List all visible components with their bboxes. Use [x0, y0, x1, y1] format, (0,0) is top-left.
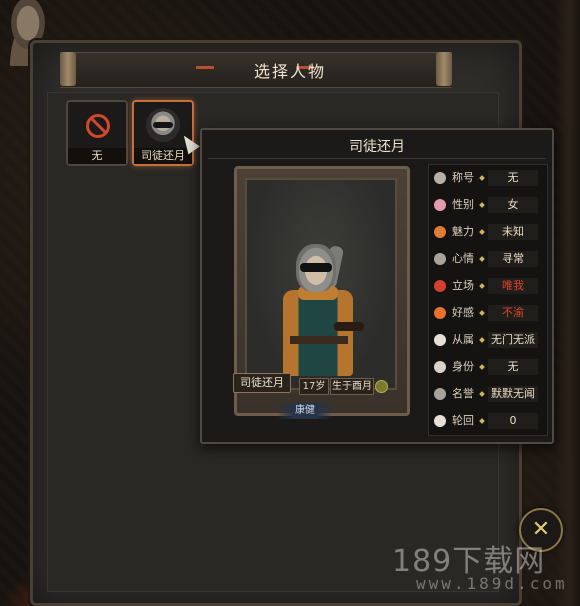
faction-icon — [434, 334, 446, 346]
diamond-icon — [479, 337, 485, 343]
attribute-row: 立场 唯我 — [430, 276, 542, 296]
attribute-row: 魅力 未知 — [430, 222, 542, 242]
title-divider — [208, 158, 546, 159]
attribute-label: 身份 — [452, 360, 474, 373]
window-title: 选择人物 — [253, 62, 326, 81]
attribute-row: 好感 不渝 — [430, 303, 542, 323]
title-icon — [434, 172, 446, 184]
mask-icon — [153, 122, 173, 128]
diamond-icon — [479, 310, 485, 316]
diamond-icon — [479, 202, 485, 208]
attribute-row: 从属 无门无派 — [430, 330, 542, 350]
attribute-label: 轮回 — [452, 414, 474, 427]
diamond-icon — [479, 256, 485, 262]
attribute-value: 女 — [488, 197, 538, 213]
attribute-row: 身份 无 — [430, 357, 542, 377]
attribute-label: 魅力 — [452, 225, 474, 238]
attribute-value: 未知 — [488, 224, 538, 240]
diamond-icon — [479, 391, 485, 397]
attribute-label: 立场 — [452, 279, 474, 292]
age-badge: 17岁 — [299, 378, 329, 395]
no-entry-icon — [86, 114, 110, 138]
attribute-value: 无 — [488, 359, 538, 375]
attribute-label: 从属 — [452, 333, 474, 346]
character-arm — [334, 322, 364, 331]
health-status: 康健 — [277, 403, 333, 419]
diamond-icon — [479, 229, 485, 235]
attribute-label: 名誉 — [452, 387, 474, 400]
attribute-row: 轮回 0 — [430, 411, 542, 431]
diamond-icon — [479, 175, 485, 181]
favor-heart-icon — [434, 307, 446, 319]
attribute-value: 唯我 — [488, 278, 538, 294]
watermark-url: www.189d.com — [416, 574, 568, 593]
attribute-value: 默默无闻 — [488, 386, 538, 402]
gender-icon — [434, 199, 446, 211]
attribute-label: 好感 — [452, 306, 474, 319]
diamond-icon — [479, 364, 485, 370]
slot-label: 司徒还月 — [134, 148, 192, 164]
heart-icon — [434, 253, 446, 265]
attribute-value: 无 — [488, 170, 538, 186]
attribute-value: 0 — [488, 413, 538, 429]
eye-icon — [434, 280, 446, 292]
identity-icon — [434, 361, 446, 373]
character-mask — [300, 263, 332, 272]
birth-badge: 生于酉月 — [330, 378, 374, 395]
slot-character[interactable]: 司徒还月 — [132, 100, 194, 166]
attribute-value: 寻常 — [488, 251, 538, 267]
diamond-icon — [479, 418, 485, 424]
zodiac-icon — [375, 380, 388, 393]
lotus-icon — [434, 226, 446, 238]
slot-label: 无 — [68, 148, 126, 164]
character-name-plate: 司徒还月 — [233, 373, 291, 393]
diamond-icon — [479, 283, 485, 289]
attribute-row: 名誉 默默无闻 — [430, 384, 542, 404]
slot-none[interactable]: 无 — [66, 100, 128, 166]
character-body — [283, 290, 353, 376]
attribute-label: 心情 — [452, 252, 474, 265]
fame-icon — [434, 388, 446, 400]
cycle-icon — [434, 415, 446, 427]
attribute-label: 性别 — [452, 198, 474, 211]
character-sash — [290, 336, 348, 344]
attribute-label: 称号 — [452, 171, 474, 184]
attribute-row: 心情 寻常 — [430, 249, 542, 269]
attribute-row: 性别 女 — [430, 195, 542, 215]
attribute-row: 称号 无 — [430, 168, 542, 188]
attribute-value: 无门无派 — [488, 332, 538, 348]
character-name-title: 司徒还月 — [349, 139, 405, 155]
attribute-value: 不渝 — [488, 305, 538, 321]
